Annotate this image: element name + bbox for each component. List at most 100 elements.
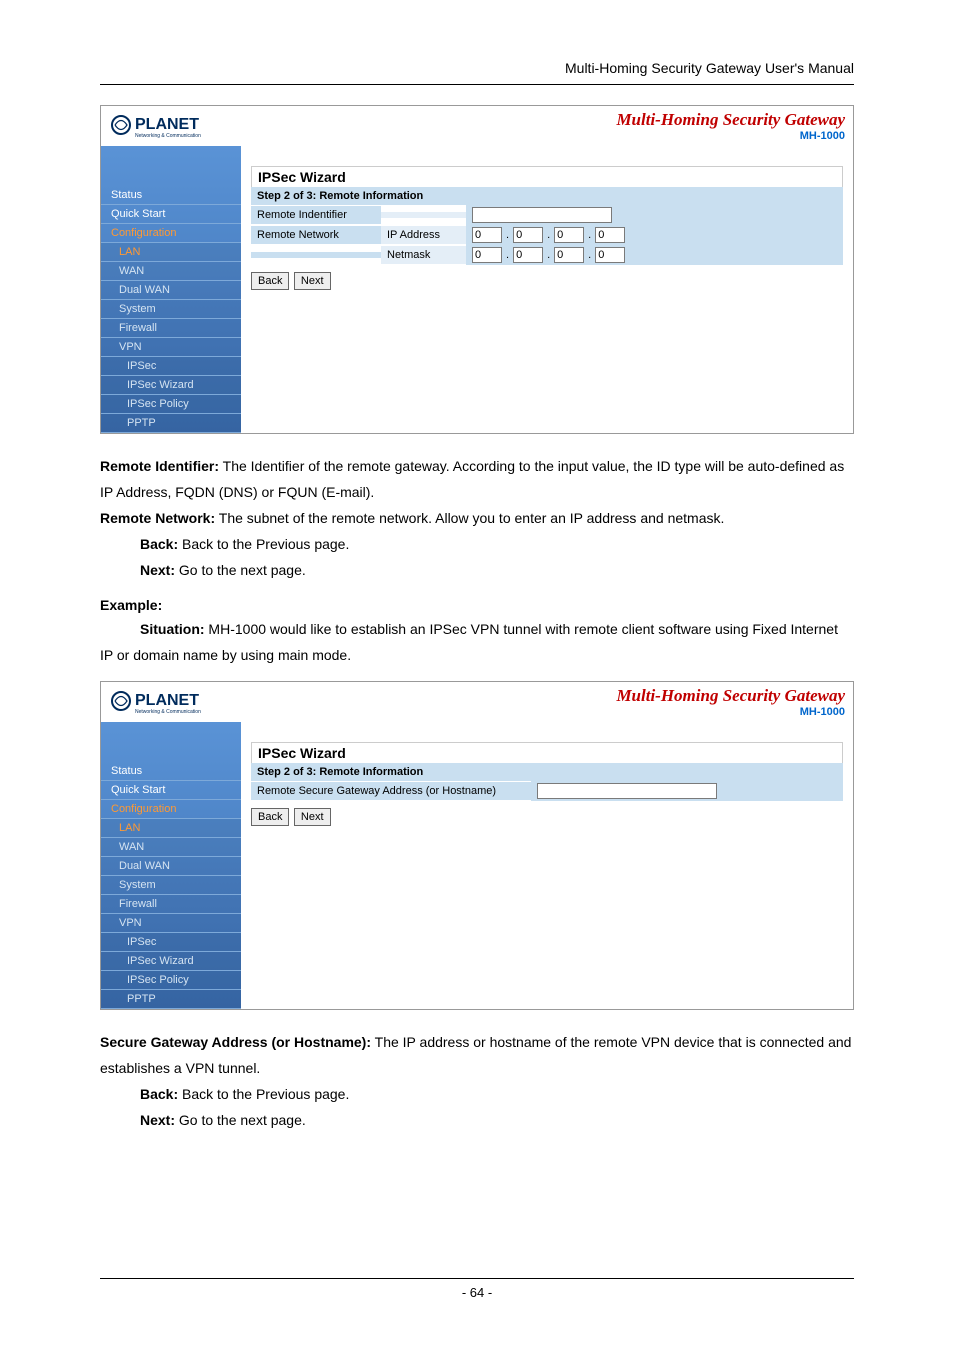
label-remote-network: Remote Network [251, 226, 381, 244]
nav-firewall[interactable]: Firewall [101, 895, 241, 914]
nm-2[interactable] [513, 247, 543, 263]
row-remote-identifier: Remote Indentifier [251, 205, 843, 225]
sidebar: Status Quick Start Configuration LAN WAN… [101, 146, 241, 433]
netmask-group: . . . [466, 245, 843, 265]
nav-configuration[interactable]: Configuration [101, 800, 241, 819]
row-hostname: Remote Secure Gateway Address (or Hostna… [251, 781, 843, 801]
banner-title-block: Multi-Homing Security Gateway MH-1000 [616, 110, 845, 142]
app-banner-2: PLANET Networking & Communication Multi-… [101, 682, 853, 722]
label-netmask: Netmask [381, 246, 466, 264]
nav-quickstart[interactable]: Quick Start [101, 781, 241, 800]
example-label: Situation: [140, 621, 205, 637]
desc-back-text: Back to the Previous page. [178, 536, 349, 552]
nm-4[interactable] [595, 247, 625, 263]
banner-model-2: MH-1000 [616, 706, 845, 718]
nav-vpn[interactable]: VPN [101, 338, 241, 357]
svg-text:Networking & Communication: Networking & Communication [135, 133, 201, 139]
row-remote-network-netmask: Netmask . . . [251, 245, 843, 265]
desc-host-label: Secure Gateway Address (or Hostname): [100, 1034, 371, 1050]
banner-title-block-2: Multi-Homing Security Gateway MH-1000 [616, 686, 845, 718]
next-button-2[interactable]: Next [294, 808, 331, 826]
back-button[interactable]: Back [251, 272, 289, 290]
label-remote-identifier: Remote Indentifier [251, 206, 381, 224]
content-area-1: IPSec Wizard Step 2 of 3: Remote Informa… [241, 146, 853, 433]
banner-title: Multi-Homing Security Gateway [616, 110, 845, 130]
nav-status[interactable]: Status [101, 186, 241, 205]
hostname-input[interactable] [537, 783, 717, 799]
nav-pptp[interactable]: PPTP [101, 990, 241, 1009]
nm-1[interactable] [472, 247, 502, 263]
remote-identifier-input[interactable] [472, 207, 612, 223]
ip-a-1[interactable] [472, 227, 502, 243]
nav-ipsec-wizard[interactable]: IPSec Wizard [101, 952, 241, 971]
desc2-next-text: Go to the next page. [175, 1112, 306, 1128]
desc-block-1: Remote Identifier: The Identifier of the… [100, 454, 854, 583]
button-row-1: Back Next [251, 265, 843, 296]
button-row-2: Back Next [251, 801, 843, 832]
desc-remote-net-text: The subnet of the remote network. Allow … [215, 510, 724, 526]
desc2-back-text: Back to the Previous page. [178, 1086, 349, 1102]
nav-ipsec-policy[interactable]: IPSec Policy [101, 395, 241, 414]
sidebar-2: Status Quick Start Configuration LAN WAN… [101, 722, 241, 1009]
nav-pptp[interactable]: PPTP [101, 414, 241, 433]
wizard-step-2: Step 2 of 3: Remote Information [251, 763, 843, 781]
ip-address-group: . . . [466, 225, 843, 245]
desc-remote-net-label: Remote Network: [100, 510, 215, 526]
desc-back-label: Back: [140, 536, 178, 552]
row-remote-network-ip: Remote Network IP Address . . . [251, 225, 843, 245]
nav-system[interactable]: System [101, 876, 241, 895]
nav-ipsec-policy[interactable]: IPSec Policy [101, 971, 241, 990]
wizard-title-2: IPSec Wizard [251, 742, 843, 763]
svg-text:Networking & Communication: Networking & Communication [135, 709, 201, 715]
svg-text:PLANET: PLANET [135, 692, 199, 709]
nav-configuration[interactable]: Configuration [101, 224, 241, 243]
desc-next-label: Next: [140, 562, 175, 578]
doc-header: Multi-Homing Security Gateway User's Man… [100, 60, 854, 76]
header-rule [100, 84, 854, 85]
nav-system[interactable]: System [101, 300, 241, 319]
desc2-next-label: Next: [140, 1112, 175, 1128]
planet-logo-icon: PLANET Networking & Communication [109, 686, 229, 716]
nav-lan[interactable]: LAN [101, 243, 241, 262]
nav-dualwan[interactable]: Dual WAN [101, 857, 241, 876]
desc2-back-label: Back: [140, 1086, 178, 1102]
nav-ipsec[interactable]: IPSec [101, 933, 241, 952]
next-button[interactable]: Next [294, 272, 331, 290]
app-screenshot-2: PLANET Networking & Communication Multi-… [100, 681, 854, 1010]
label-hostname: Remote Secure Gateway Address (or Hostna… [251, 782, 531, 800]
app-banner: PLANET Networking & Communication Multi-… [101, 106, 853, 146]
ip-a-3[interactable] [554, 227, 584, 243]
label-ip-address: IP Address [381, 226, 466, 244]
logo-2: PLANET Networking & Communication [109, 686, 229, 716]
svg-text:PLANET: PLANET [135, 116, 199, 133]
nm-3[interactable] [554, 247, 584, 263]
example-text: MH-1000 would like to establish an IPSec… [100, 621, 838, 663]
desc-next-text: Go to the next page. [175, 562, 306, 578]
ip-a-2[interactable] [513, 227, 543, 243]
banner-title-2: Multi-Homing Security Gateway [616, 686, 845, 706]
nav-quickstart[interactable]: Quick Start [101, 205, 241, 224]
wizard-step: Step 2 of 3: Remote Information [251, 187, 843, 205]
back-button-2[interactable]: Back [251, 808, 289, 826]
nav-vpn[interactable]: VPN [101, 914, 241, 933]
ip-a-4[interactable] [595, 227, 625, 243]
nav-ipsec-wizard[interactable]: IPSec Wizard [101, 376, 241, 395]
example-heading: Example: [100, 597, 854, 613]
nav-lan[interactable]: LAN [101, 819, 241, 838]
page-footer: - 64 - [100, 1278, 854, 1300]
app-screenshot-1: PLANET Networking & Communication Multi-… [100, 105, 854, 434]
nav-ipsec[interactable]: IPSec [101, 357, 241, 376]
footer-rule [100, 1278, 854, 1279]
planet-logo-icon: PLANET Networking & Communication [109, 110, 229, 140]
logo: PLANET Networking & Communication [109, 110, 229, 140]
nav-wan[interactable]: WAN [101, 262, 241, 281]
page-number: - 64 - [100, 1285, 854, 1300]
content-area-2: IPSec Wizard Step 2 of 3: Remote Informa… [241, 722, 853, 1009]
desc-remote-id-label: Remote Identifier: [100, 458, 219, 474]
wizard-title: IPSec Wizard [251, 166, 843, 187]
nav-wan[interactable]: WAN [101, 838, 241, 857]
nav-status[interactable]: Status [101, 762, 241, 781]
desc-block-2: Secure Gateway Address (or Hostname): Th… [100, 1030, 854, 1134]
nav-firewall[interactable]: Firewall [101, 319, 241, 338]
nav-dualwan[interactable]: Dual WAN [101, 281, 241, 300]
